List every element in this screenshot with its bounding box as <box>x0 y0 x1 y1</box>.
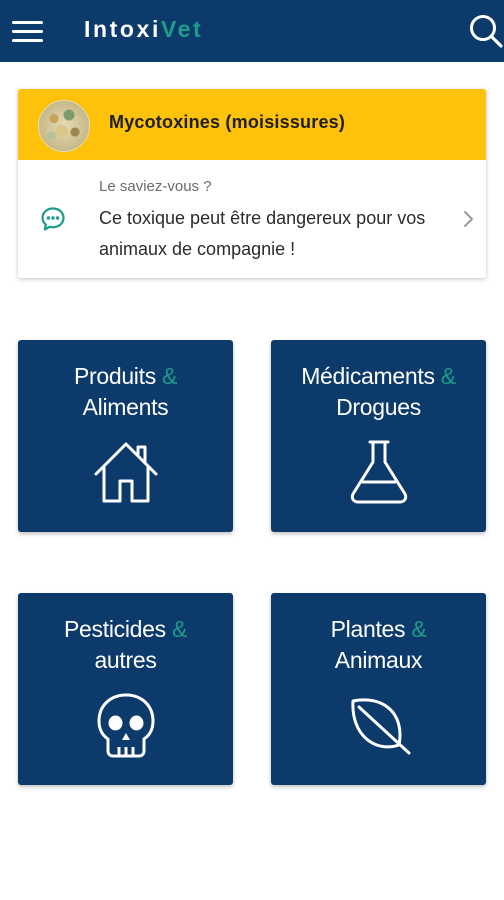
category-title-line1: Produits <box>73 363 156 389</box>
category-tile-pesticides-autres[interactable]: Pesticides & autres <box>18 593 233 785</box>
category-title-line2: Drogues <box>336 394 421 420</box>
house-icon <box>94 442 158 503</box>
category-title: Produits & Aliments <box>18 361 233 423</box>
category-title: Pesticides & autres <box>18 614 233 676</box>
brand-part-2: Vet <box>160 16 204 42</box>
category-title-line1: Plantes <box>330 616 406 642</box>
did-you-know-label: Le saviez-vous ? <box>99 178 212 195</box>
flask-icon <box>350 440 408 504</box>
featured-toxin-text: Ce toxique peut être dangereux pour vos … <box>99 208 426 259</box>
chevron-right-icon <box>464 211 473 227</box>
skull-icon <box>97 693 155 758</box>
category-title: Plantes & Animaux <box>271 614 486 676</box>
chat-bubble-icon <box>41 207 65 231</box>
category-tile-plantes-animaux[interactable]: Plantes & Animaux <box>271 593 486 785</box>
app-bar: IntoxiVet <box>0 0 504 62</box>
category-title-line1: Médicaments <box>301 363 435 389</box>
ampersand: & <box>440 363 456 389</box>
search-button[interactable] <box>466 11 504 49</box>
search-icon <box>470 15 503 48</box>
brand-part-1: Intoxi <box>84 16 161 42</box>
category-tile-medicaments-drogues[interactable]: Médicaments & Drogues <box>271 340 486 532</box>
category-title-line2: Aliments <box>82 394 169 420</box>
featured-card-header: Mycotoxines (moisissures) <box>18 89 486 160</box>
category-title-line2: Animaux <box>334 647 423 673</box>
category-title-line2: autres <box>94 647 157 673</box>
ampersand: & <box>171 616 187 642</box>
app-title: IntoxiVet <box>84 16 203 42</box>
category-tile-produits-aliments[interactable]: Produits & Aliments <box>18 340 233 532</box>
category-title-line1: Pesticides <box>64 616 166 642</box>
ampersand: & <box>162 363 178 389</box>
toxin-thumbnail <box>38 100 90 152</box>
featured-toxin-title: Mycotoxines (moisissures) <box>109 112 346 132</box>
menu-button[interactable] <box>10 15 46 47</box>
featured-toxin-card[interactable]: Mycotoxines (moisissures) Le saviez-vous… <box>18 89 486 278</box>
leaf-icon <box>351 698 411 755</box>
category-title: Médicaments & Drogues <box>271 361 486 423</box>
ampersand: & <box>411 616 427 642</box>
